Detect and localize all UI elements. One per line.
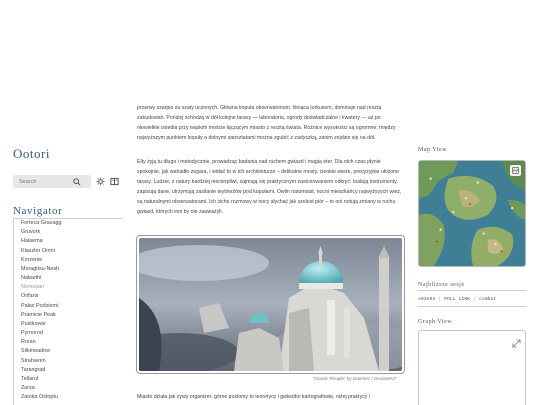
nav-item-pyrnorod[interactable]: Pyrnorod <box>21 329 123 338</box>
oracle-temple-image <box>139 238 402 371</box>
sun-icon[interactable] <box>95 177 105 187</box>
links-title: Najbliższe sesje <box>418 282 465 288</box>
world-map-image <box>419 161 525 266</box>
graph-view-title: Graph View <box>418 319 453 325</box>
nav-item-klasztor-omni[interactable]: Klasztor Omni <box>21 247 123 256</box>
graph-view[interactable] <box>418 330 526 405</box>
search-icon[interactable] <box>73 177 81 186</box>
nav-item-halaema[interactable]: Halaema <box>21 237 123 246</box>
nav-item-strahaven[interactable]: Strahaven <box>21 357 123 366</box>
nav-item-gruvork[interactable]: Gruvork <box>21 228 123 237</box>
nav-item-moragitsu-nesh[interactable]: Moragitsu-Nesh <box>21 265 123 274</box>
map-view-title: Map View <box>418 147 448 153</box>
article-paragraph-3: Miasto działa jak żywy organizm: górne p… <box>137 394 370 400</box>
navigator-list: Forteca Gravagg Gruvork Halaema Klasztor… <box>13 219 123 405</box>
nav-item-tarangrad[interactable]: Tarangrad <box>21 366 123 375</box>
session-link-poll[interactable]: POLL LINK <box>444 297 470 302</box>
article-paragraph-1: przerwy szarpie za szaty uczonych. Główn… <box>137 105 396 141</box>
nav-item-nomosan[interactable]: Nomosan <box>21 283 123 292</box>
search-field[interactable] <box>13 175 91 188</box>
nav-item-palac-podziemi[interactable]: Pałac Podziemi <box>21 302 123 311</box>
nav-item-pramicie-peak[interactable]: Pramicie Peak <box>21 311 123 320</box>
nav-item-roran[interactable]: Roran <box>21 338 123 347</box>
nav-item-pustkowie[interactable]: Pustkowie <box>21 320 123 329</box>
nav-item-orifaris[interactable]: Orifaris <box>21 292 123 301</box>
navigator-title: Navigator <box>13 205 63 217</box>
session-links: s03e03 | POLL LINK | combat <box>418 297 497 302</box>
session-link-combat[interactable]: combat <box>479 297 496 302</box>
nav-item-tellarul[interactable]: Tellarul <box>21 375 123 384</box>
links-bottom-divider <box>418 306 526 307</box>
session-link-s03e03[interactable]: s03e03 <box>418 297 435 302</box>
article-paragraph-2: Elty żyją tu długo i metodycznie, prowad… <box>137 159 402 215</box>
nav-item-silkmeadow[interactable]: Silkmeadow <box>21 347 123 356</box>
map-icon[interactable] <box>510 165 521 176</box>
book-icon[interactable] <box>109 177 119 187</box>
search-bar <box>13 175 123 188</box>
nav-item-korzenie[interactable]: Korzenie <box>21 256 123 265</box>
nav-item-zarsa[interactable]: Zarsa <box>21 384 123 393</box>
site-title[interactable]: Ootori <box>13 146 50 162</box>
links-divider <box>418 290 526 291</box>
nav-item-forteca-gravagg[interactable]: Forteca Gravagg <box>21 219 123 228</box>
nav-item-zatoka-ostoptu[interactable]: Zatoka Ostoptu <box>21 393 123 402</box>
map-view[interactable] <box>418 160 526 267</box>
nav-item-nabarthi[interactable]: Nabarthi <box>21 274 123 283</box>
search-input[interactable] <box>19 178 73 185</box>
image-caption: "Oracle Temple" by Daemes / DeviantArt" <box>312 376 397 381</box>
article-image-frame[interactable] <box>136 235 405 374</box>
expand-icon[interactable] <box>512 335 521 348</box>
